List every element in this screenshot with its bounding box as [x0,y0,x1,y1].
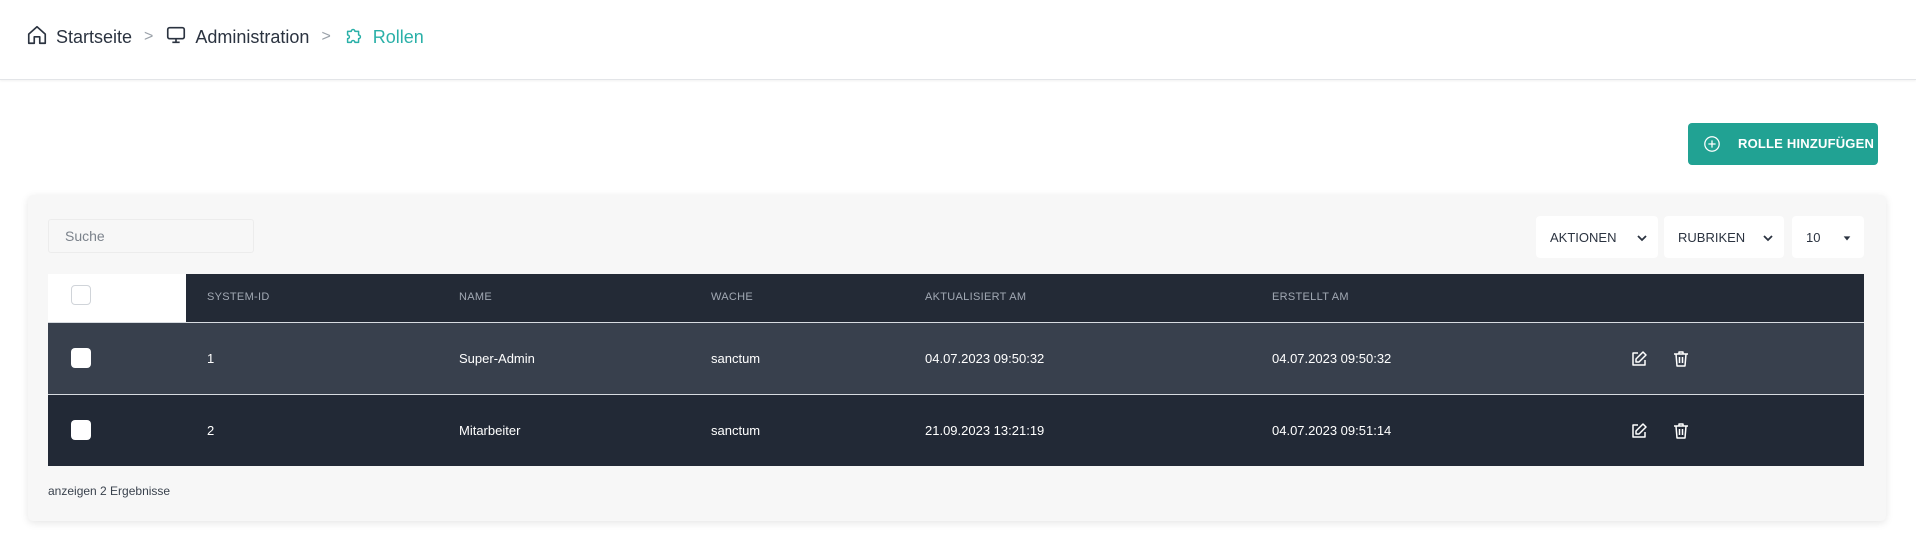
cell-created: 04.07.2023 09:51:14 [1272,423,1392,438]
cell-guard: sanctum [711,423,761,438]
page-size-select[interactable]: 10 [1792,216,1864,258]
column-header-system-id[interactable]: SYSTEM-ID [207,291,270,303]
table-header: SYSTEM-ID NAME WACHE AKTUALISIERT AM ERS… [48,274,1864,322]
column-header-name[interactable]: NAME [459,291,492,303]
breadcrumb-home[interactable]: Startseite [26,24,132,51]
breadcrumb-current[interactable]: Rollen [343,24,424,51]
column-header-guard[interactable]: WACHE [711,291,753,303]
search-input[interactable] [48,219,254,253]
home-icon [26,24,48,51]
row-checkbox[interactable] [71,348,91,368]
puzzle-icon [343,24,365,51]
cell-system-id: 1 [207,351,215,366]
add-role-label: ROLLE HINZUFÜGEN [1738,136,1875,151]
add-role-button[interactable]: ROLLE HINZUFÜGEN [1688,123,1878,165]
breadcrumb-administration[interactable]: Administration [165,24,309,51]
trash-icon[interactable] [1671,349,1691,369]
table-row: 1 Super-Admin sanctum 04.07.2023 09:50:3… [48,322,1864,394]
actions-dropdown-label: AKTIONEN [1550,230,1617,245]
cell-name: Super-Admin [459,351,535,366]
table-row: 2 Mitarbeiter sanctum 21.09.2023 13:21:1… [48,394,1864,466]
cell-created: 04.07.2023 09:50:32 [1272,351,1392,366]
actions-dropdown[interactable]: AKTIONEN [1536,216,1658,258]
trash-icon[interactable] [1671,421,1691,441]
edit-icon[interactable] [1629,349,1649,369]
page-size-value: 10 [1806,230,1821,245]
breadcrumb-administration-label: Administration [195,26,310,47]
breadcrumb-home-label: Startseite [56,26,133,47]
breadcrumb-current-label: Rollen [372,26,424,47]
breadcrumb: Startseite > Administration > Rollen [26,22,424,52]
monitor-icon [165,24,187,51]
cell-guard: sanctum [711,351,761,366]
columns-dropdown-label: RUBRIKEN [1678,230,1746,245]
results-count: anzeigen 2 Ergebnisse [48,484,171,498]
edit-icon[interactable] [1629,421,1649,441]
cell-name: Mitarbeiter [459,423,521,438]
cell-updated: 04.07.2023 09:50:32 [925,351,1045,366]
breadcrumb-separator: > [144,28,154,45]
breadcrumb-separator: > [321,28,331,45]
columns-dropdown[interactable]: RUBRIKEN [1664,216,1784,258]
roles-card: AKTIONEN RUBRIKEN 10 SYSTEM-ID N [28,195,1886,521]
column-header-updated[interactable]: AKTUALISIERT AM [925,291,1026,303]
column-header-created[interactable]: ERSTELLT AM [1272,291,1349,303]
cell-updated: 21.09.2023 13:21:19 [925,423,1045,438]
cell-system-id: 2 [207,423,215,438]
select-all-checkbox[interactable] [71,285,91,305]
row-checkbox[interactable] [71,420,91,440]
roles-table: SYSTEM-ID NAME WACHE AKTUALISIERT AM ERS… [48,274,1864,466]
header-checkbox-cell [48,274,186,322]
top-bar: Startseite > Administration > Rollen [0,0,1916,80]
